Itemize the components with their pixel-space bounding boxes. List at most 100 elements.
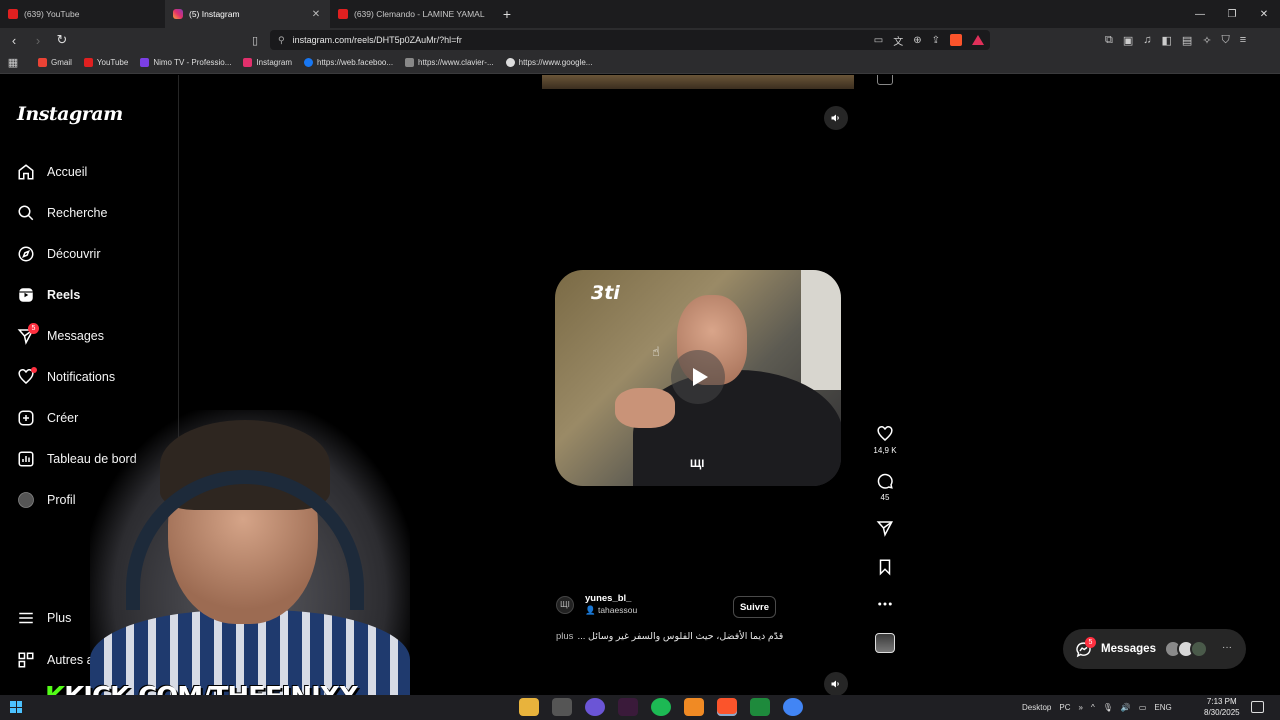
- audio-thumbnail[interactable]: [875, 633, 895, 653]
- bookmark-gmail[interactable]: Gmail: [38, 58, 72, 67]
- previous-reel-video[interactable]: [542, 75, 854, 89]
- sidebar-item-create[interactable]: Créer: [17, 409, 78, 427]
- wallet2-icon[interactable]: ▤: [1182, 34, 1192, 47]
- media-icon[interactable]: ♫: [1143, 34, 1151, 46]
- vpn-icon[interactable]: ⛉: [1222, 34, 1230, 47]
- desktop-label[interactable]: Desktop: [1022, 703, 1051, 712]
- compass-icon: [18, 246, 34, 262]
- bookmark-google[interactable]: https://www.google...: [505, 58, 592, 67]
- more-options-button[interactable]: [870, 595, 900, 613]
- forward-icon[interactable]: ›: [28, 30, 48, 50]
- window-controls: — ❐ ✕: [1184, 0, 1280, 28]
- extensions-icon[interactable]: ⧉: [1105, 34, 1113, 47]
- sidebar-item-reels[interactable]: Reels: [17, 286, 80, 304]
- brave-icon[interactable]: [717, 698, 737, 716]
- reel-video[interactable]: 3ti ЩІ: [555, 270, 841, 486]
- overflow-icon[interactable]: »: [1078, 703, 1082, 712]
- comment-count: 45: [880, 493, 890, 502]
- audio-attribution[interactable]: 👤 tahaessou: [585, 605, 637, 616]
- search-icon: [18, 205, 34, 221]
- messages-pill[interactable]: 5 Messages ···: [1063, 629, 1246, 669]
- gmail-icon: [38, 58, 47, 67]
- tab-youtube[interactable]: (639) YouTube: [0, 0, 165, 28]
- site-info-icon[interactable]: ⚲: [278, 35, 285, 46]
- chevron-up-icon[interactable]: ^: [1091, 703, 1095, 712]
- chrome-icon[interactable]: [783, 698, 803, 716]
- play-button[interactable]: [671, 350, 725, 404]
- system-clock[interactable]: 7:13 PM 8/30/2025: [1204, 696, 1240, 718]
- sidebar-item-messages[interactable]: 5 Messages: [17, 323, 104, 345]
- obs-icon[interactable]: [552, 698, 572, 716]
- bookmark-youtube[interactable]: YouTube: [83, 58, 128, 67]
- windows-start-icon[interactable]: [10, 701, 22, 713]
- clock-date: 8/30/2025: [1204, 708, 1240, 717]
- sidebar-item-notifications[interactable]: Notifications: [17, 367, 115, 386]
- restore-icon[interactable]: ❐: [1216, 0, 1248, 28]
- browser-toolbar: ‹ › ↻ ▯ ⚲ instagram.com/reels/DHT5p0ZAuM…: [0, 28, 1280, 52]
- bookmark-page-icon[interactable]: ▯: [247, 30, 263, 50]
- follow-button[interactable]: Suivre: [733, 596, 776, 618]
- discord-icon[interactable]: [585, 698, 605, 716]
- translate-icon[interactable]: 文: [893, 33, 903, 48]
- pc-label[interactable]: PC: [1059, 703, 1070, 712]
- share-button[interactable]: [870, 519, 900, 537]
- leo-ai-icon[interactable]: ✧: [1202, 34, 1211, 47]
- comment-button[interactable]: 45: [870, 472, 900, 502]
- messages-label: Messages: [1101, 643, 1156, 655]
- avatar[interactable]: ЩІ: [556, 595, 574, 614]
- brave-shields-icon[interactable]: [950, 34, 962, 46]
- more-icon[interactable]: ···: [1222, 642, 1232, 653]
- bookmark-clavier[interactable]: https://www.clavier-...: [405, 58, 494, 67]
- tab-clemando[interactable]: (639) Clemando - LAMINE YAMAL [C: [330, 0, 495, 28]
- sidebar-item-more[interactable]: Plus: [17, 609, 71, 627]
- play-icon: [692, 368, 708, 386]
- tab-bar: (639) YouTube (5) Instagram ✕ (639) Clem…: [0, 0, 1280, 28]
- volume-icon[interactable]: 🔊: [1121, 703, 1131, 712]
- mute-button[interactable]: [824, 106, 848, 130]
- minimize-icon[interactable]: —: [1184, 0, 1216, 28]
- bookmark-nimo[interactable]: Nimo TV - Professio...: [140, 58, 231, 67]
- caption-more-link[interactable]: plus: [556, 631, 573, 642]
- sidebar-item-profile[interactable]: Profil: [17, 491, 75, 509]
- new-tab-button[interactable]: +: [495, 0, 519, 28]
- app-icon[interactable]: [750, 698, 770, 716]
- language-indicator[interactable]: ENG: [1154, 703, 1171, 712]
- author-username[interactable]: yunes_bl_: [585, 593, 637, 604]
- bookmark-instagram[interactable]: Instagram: [243, 58, 292, 67]
- app-icon[interactable]: [618, 698, 638, 716]
- spotify-icon[interactable]: [651, 698, 671, 716]
- reel-caption[interactable]: plus قدّم ديما الأفضل، حيث الفلوس والسفر…: [556, 631, 836, 642]
- reel-author[interactable]: ЩІ yunes_bl_ 👤 tahaessou: [556, 593, 637, 616]
- network-icon[interactable]: ▭: [1139, 703, 1147, 712]
- save-button[interactable]: [870, 558, 900, 576]
- mute-button-next[interactable]: [824, 672, 848, 696]
- brave-rewards-icon[interactable]: [972, 35, 984, 45]
- wallet-icon[interactable]: ▣: [1123, 34, 1133, 47]
- page-icon: [405, 58, 415, 67]
- notifications-center-icon[interactable]: [1251, 701, 1264, 713]
- sidebar-item-search[interactable]: Recherche: [17, 204, 107, 222]
- share-icon[interactable]: ⇪: [932, 35, 940, 46]
- bookmark-facebook[interactable]: https://web.faceboo...: [304, 58, 393, 67]
- cast-icon[interactable]: ▭: [874, 35, 883, 46]
- app-icon[interactable]: [684, 698, 704, 716]
- sidebar-item-other-apps[interactable]: Autres ap: [17, 651, 101, 669]
- sidebar-icon[interactable]: ◧: [1162, 34, 1172, 47]
- tab-instagram[interactable]: (5) Instagram ✕: [165, 0, 330, 28]
- google-icon: [505, 58, 515, 67]
- like-button[interactable]: 14,9 K: [870, 425, 900, 455]
- zoom-icon[interactable]: ⊕: [913, 35, 921, 46]
- address-bar[interactable]: ⚲ instagram.com/reels/DHT5p0ZAuMr/?hl=fr…: [270, 30, 990, 50]
- sidebar-item-home[interactable]: Accueil: [17, 163, 87, 181]
- close-tab-icon[interactable]: ✕: [310, 9, 322, 20]
- apps-grid-icon[interactable]: ▦: [0, 56, 26, 69]
- file-explorer-icon[interactable]: [519, 698, 539, 716]
- close-window-icon[interactable]: ✕: [1248, 0, 1280, 28]
- sidebar-item-explore[interactable]: Découvrir: [17, 245, 101, 263]
- microphone-icon[interactable]: 🎙: [1103, 703, 1113, 712]
- instagram-logo[interactable]: Instagram: [17, 103, 123, 125]
- menu-icon[interactable]: ≡: [1240, 34, 1246, 46]
- back-icon[interactable]: ‹: [4, 30, 24, 50]
- reload-icon[interactable]: ↻: [52, 30, 72, 50]
- mouse-cursor-icon: ☝: [652, 344, 660, 359]
